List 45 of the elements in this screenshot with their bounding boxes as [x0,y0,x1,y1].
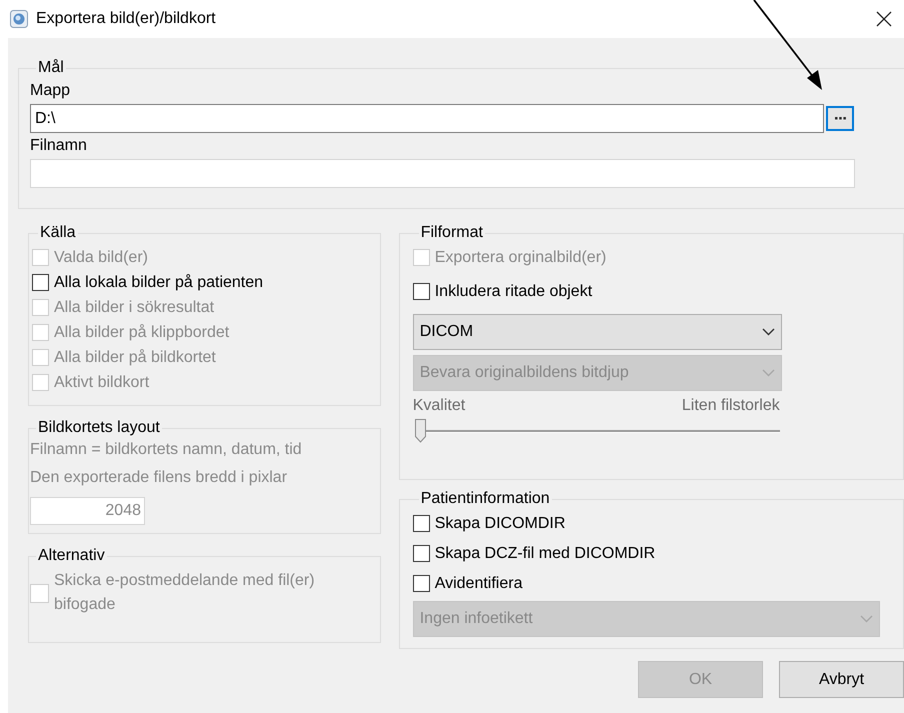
slider-min-label: Kvalitet [412,396,466,416]
checkbox[interactable] [412,575,430,592]
checkbox-label: Skapa DCZ-fil med DICOMDIR [434,544,656,564]
dialog-button[interactable]: Avbryt [779,661,904,698]
checkbox-label: Inkludera ritade objekt [434,282,592,302]
checkbox-label: Alla bilder på klippbordet [54,322,230,342]
browse-button[interactable] [826,106,854,131]
group-title: Alternativ [38,547,105,564]
checkbox-label: Aktivt bildkort [54,372,150,392]
dropdown-value: Bevara originalbildens bitdjup [420,363,629,383]
field-label: Filnamn [30,136,88,156]
checkbox-label: Valda bild(er) [54,248,148,268]
checkbox-label: Avidentifiera [434,574,522,594]
group-title: Källa [40,224,76,241]
checkbox[interactable] [412,515,430,532]
group-title: Bildkortets layout [38,419,160,436]
ellipsis-icon [834,117,846,120]
dropdown-value: Ingen infoetikett [420,609,533,629]
group-title: Mål [38,59,64,76]
folder-field[interactable]: D:\ [30,104,824,133]
group-title: Filformat [420,224,483,241]
checkbox-label: Exportera orginalbild(er) [434,248,606,268]
checkbox-label: Skicka e-postmeddelande med fil(er) bifogade [54,571,316,615]
chevron-down-icon [762,328,775,336]
dropdown[interactable]: DICOM [412,314,782,350]
slider-max-label: Liten filstorlek [682,396,780,416]
app-icon [10,10,28,28]
checkbox-label: Skapa DICOMDIR [434,514,566,534]
chevron-down-icon [860,615,873,623]
checkbox[interactable] [412,283,430,300]
checkbox-label: Alla lokala bilder på patienten [54,272,264,292]
slider-thumb[interactable] [414,419,426,443]
group-title: Patientinformation [420,490,550,507]
checkbox[interactable] [412,545,430,562]
close-icon[interactable] [876,11,892,27]
note-text: Filnamn = bildkortets namn, datum, tid [30,440,303,460]
checkbox-label: Alla bilder på bildkortet [54,348,216,368]
field-label: Mapp [30,81,72,101]
filename-field[interactable] [30,159,855,188]
window-title: Exportera bild(er)/bildkort [36,9,216,29]
checkbox-label: Alla bilder i sökresultat [54,298,214,318]
chevron-down-icon [762,369,775,377]
checkbox[interactable] [32,274,49,291]
field-label: Den exporterade filens bredd i pixlar [30,468,288,488]
dropdown-value: DICOM [420,322,474,342]
